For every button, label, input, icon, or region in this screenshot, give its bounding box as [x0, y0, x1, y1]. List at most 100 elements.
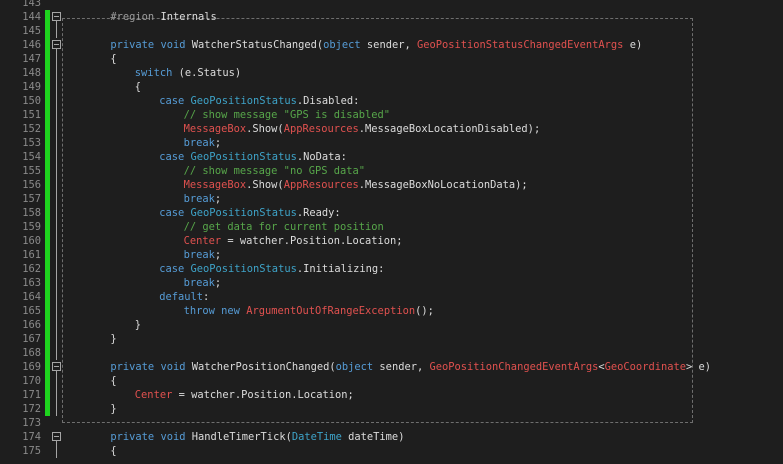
code-line[interactable]: 163 break;: [0, 276, 783, 290]
code-line[interactable]: 143: [0, 0, 783, 10]
code-text: case GeoPositionStatus.Ready:: [159, 206, 340, 220]
code-line[interactable]: 164 default:: [0, 290, 783, 304]
code-token: object: [323, 39, 361, 51]
code-text: Center = watcher.Position.Location;: [184, 234, 403, 248]
outline-line: [56, 24, 57, 38]
code-line[interactable]: 150 case GeoPositionStatus.Disabled:: [0, 94, 783, 108]
code-text: #region Internals: [110, 10, 216, 24]
code-token: e): [623, 39, 643, 51]
outline-line: [56, 136, 57, 150]
outline-line: [56, 150, 57, 164]
code-token: .MessageBoxNoLocationData);: [358, 179, 528, 191]
code-token: .MessageBoxLocationDisabled);: [358, 123, 541, 135]
collapse-toggle-icon[interactable]: [52, 362, 61, 371]
code-token: GeoPositionStatus: [190, 95, 297, 107]
code-text: case GeoPositionStatus.NoData:: [159, 150, 347, 164]
code-line[interactable]: 162 case GeoPositionStatus.Initializing:: [0, 262, 783, 276]
code-token: case: [159, 207, 185, 219]
outline-line: [56, 80, 57, 94]
change-indicator: [45, 220, 50, 234]
code-token: .Show(: [246, 179, 284, 191]
code-line[interactable]: 160 Center = watcher.Position.Location;: [0, 234, 783, 248]
code-line[interactable]: 145: [0, 24, 783, 38]
code-line[interactable]: 156 MessageBox.Show(AppResources.MessageB…: [0, 178, 783, 192]
code-token: switch: [134, 67, 173, 79]
code-token: {: [110, 53, 117, 65]
code-line[interactable]: 151 // show message "GPS is disabled": [0, 108, 783, 122]
code-line[interactable]: 171 Center = watcher.Position.Location;: [0, 388, 783, 402]
code-line[interactable]: 175 {: [0, 444, 783, 458]
code-token: new: [221, 305, 240, 317]
code-editor[interactable]: 143 144 #region Internals 145 146 private voi…: [0, 0, 783, 464]
change-indicator: [45, 38, 50, 52]
code-line[interactable]: 170 {: [0, 374, 783, 388]
code-line[interactable]: 166}: [0, 318, 783, 332]
code-token: }: [110, 403, 117, 415]
code-token: > e): [685, 361, 712, 373]
code-line[interactable]: 174 private void HandleTimerTick(DateTime…: [0, 430, 783, 444]
code-line[interactable]: 148 switch (e.Status): [0, 66, 783, 80]
code-line[interactable]: 155 // show message "no GPS data": [0, 164, 783, 178]
line-number: 147: [22, 53, 41, 65]
code-line[interactable]: 152 MessageBox.Show(AppResources.MessageB…: [0, 122, 783, 136]
code-token: Center: [134, 389, 173, 401]
code-line[interactable]: 161 break;: [0, 248, 783, 262]
change-indicator: [45, 318, 50, 332]
collapse-toggle-icon[interactable]: [52, 12, 61, 21]
code-token: private: [110, 39, 155, 51]
code-token: ;: [214, 277, 222, 289]
code-token: }: [134, 319, 142, 331]
outline-line: [56, 402, 57, 416]
code-line[interactable]: 153 break;: [0, 136, 783, 150]
line-number: 151: [22, 109, 41, 121]
code-line[interactable]: 168: [0, 346, 783, 360]
outline-line: [56, 444, 57, 458]
code-text: }: [135, 318, 141, 332]
collapse-toggle-icon[interactable]: [52, 432, 61, 441]
collapse-toggle-icon[interactable]: [52, 40, 61, 49]
line-number: 154: [22, 151, 41, 163]
code-token: AppResources: [283, 179, 359, 191]
code-line[interactable]: 165 throw new ArgumentOutOfRangeException…: [0, 304, 783, 318]
outline-line: [56, 248, 57, 262]
line-number: 169: [22, 361, 41, 373]
outline-line: [56, 206, 57, 220]
code-token: #region: [110, 11, 155, 23]
code-line[interactable]: 159 // get data for current position: [0, 220, 783, 234]
line-number: 175: [22, 445, 41, 457]
code-line[interactable]: 149 {: [0, 80, 783, 94]
line-number: 149: [22, 81, 41, 93]
change-indicator: [45, 94, 50, 108]
line-number: 170: [22, 375, 41, 387]
line-number: 160: [22, 235, 41, 247]
code-line[interactable]: 169 private void WatcherPositionChanged(o…: [0, 360, 783, 374]
outline-line: [56, 66, 57, 80]
line-number: 159: [22, 221, 41, 233]
line-number: 173: [22, 417, 41, 429]
code-token: .Initializing:: [296, 263, 385, 275]
code-line[interactable]: 147 {: [0, 52, 783, 66]
change-indicator: [45, 164, 50, 178]
code-text: {: [135, 80, 141, 94]
code-line[interactable]: 173: [0, 416, 783, 430]
code-token: Center: [183, 235, 222, 247]
code-line[interactable]: 144 #region Internals: [0, 10, 783, 24]
line-number: 158: [22, 207, 41, 219]
code-line[interactable]: 154 case GeoPositionStatus.NoData:: [0, 150, 783, 164]
code-token: // get data for current position: [183, 221, 384, 233]
code-line[interactable]: 157 break;: [0, 192, 783, 206]
code-token: MessageBox: [183, 123, 247, 135]
code-token: = watcher.Position.Location;: [221, 235, 403, 247]
line-number: 166: [22, 319, 41, 331]
code-line[interactable]: 158 case GeoPositionStatus.Ready:: [0, 206, 783, 220]
code-token: .Show(: [246, 123, 284, 135]
line-number: 143: [22, 0, 41, 9]
code-line[interactable]: 146 private void WatcherStatusChanged(obj…: [0, 38, 783, 52]
change-indicator: [45, 332, 50, 346]
line-number: 155: [22, 165, 41, 177]
code-token: .Disabled:: [296, 95, 360, 107]
code-line[interactable]: 172}: [0, 402, 783, 416]
code-text: {: [110, 52, 116, 66]
change-indicator: [45, 206, 50, 220]
code-line[interactable]: 167}: [0, 332, 783, 346]
